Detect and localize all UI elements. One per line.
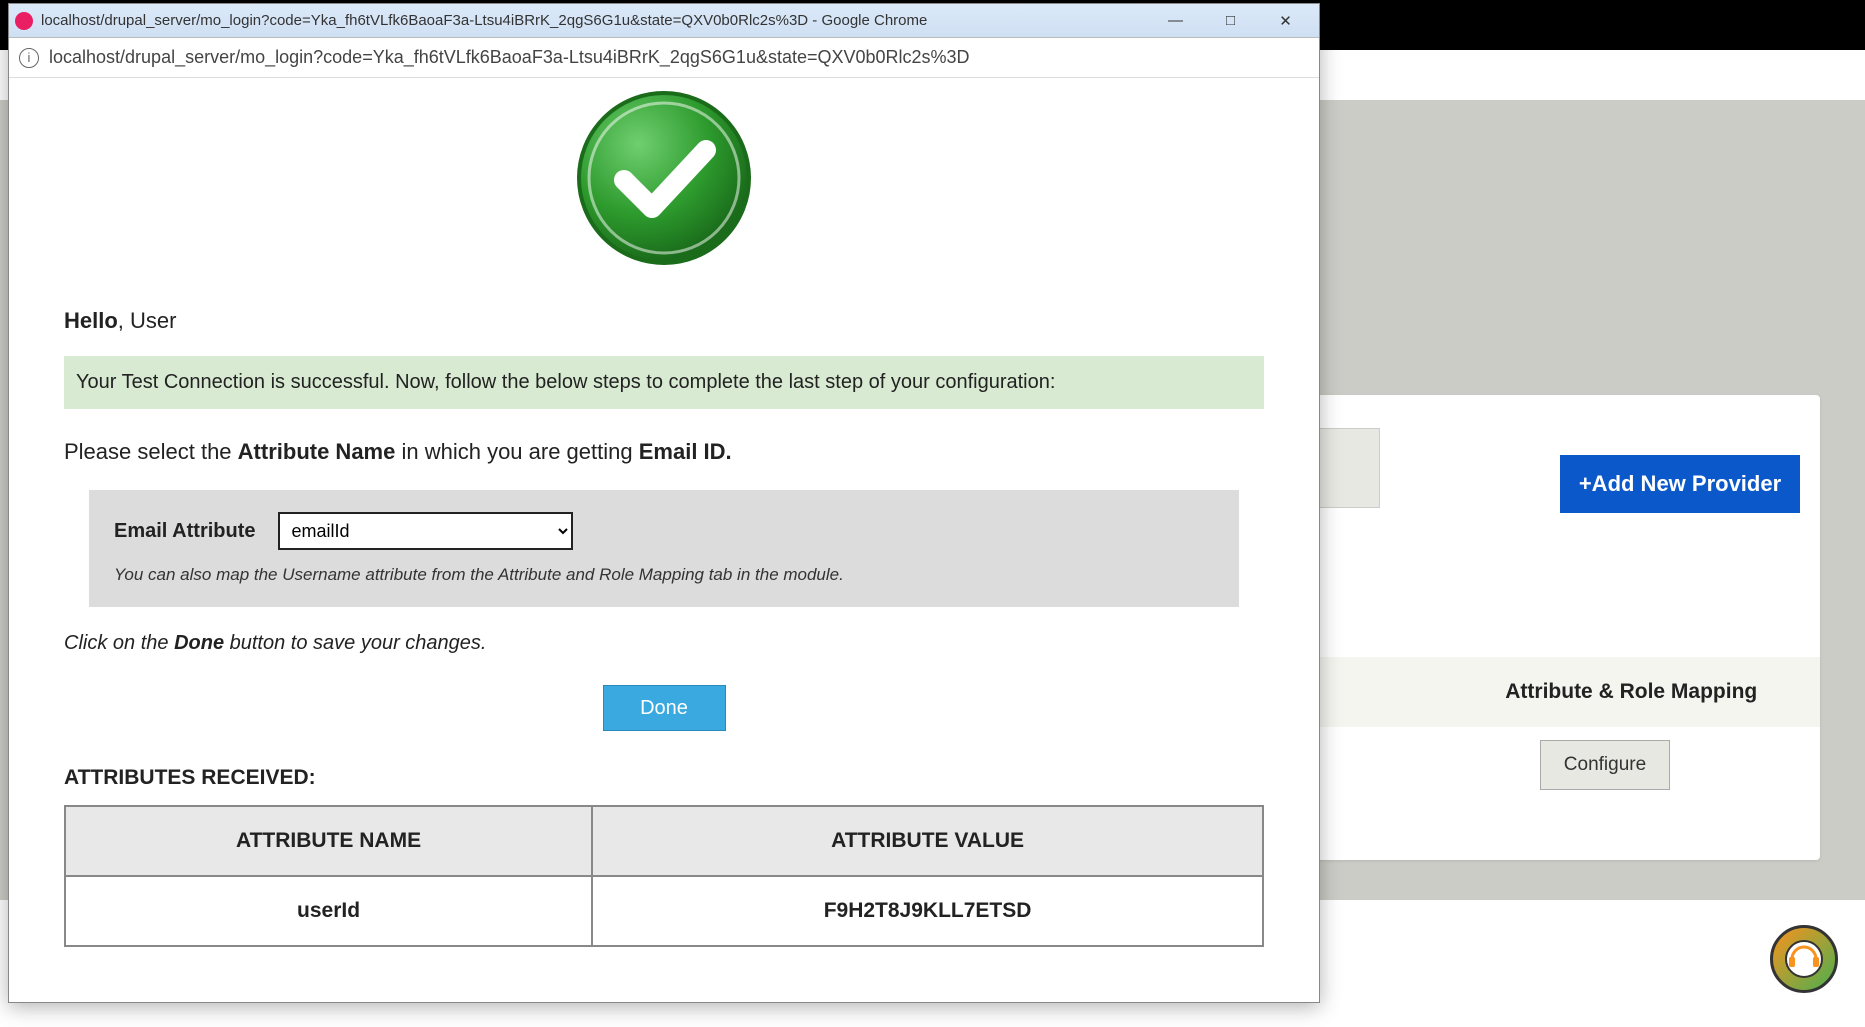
- email-attribute-select[interactable]: emailId: [278, 512, 573, 550]
- greeting-user: , User: [118, 308, 177, 333]
- email-attribute-label: Email Attribute: [114, 520, 256, 543]
- page-content: Hello, User Your Test Connection is succ…: [9, 78, 1319, 1002]
- table-cell-attr-name: userId: [65, 876, 592, 946]
- help-support-icon[interactable]: [1770, 925, 1838, 993]
- maximize-button[interactable]: □: [1203, 4, 1258, 38]
- instruction-mid: in which you are getting: [395, 439, 638, 464]
- attributes-table: ATTRIBUTE NAME ATTRIBUTE VALUE userId F9…: [64, 805, 1264, 947]
- click-done-text: Click on the Done button to save your ch…: [64, 632, 1264, 655]
- instruction-text: Please select the Attribute Name in whic…: [64, 439, 1264, 465]
- success-banner: Your Test Connection is successful. Now,…: [64, 356, 1264, 409]
- table-header-attribute-name: ATTRIBUTE NAME: [65, 806, 592, 876]
- configure-button[interactable]: Configure: [1540, 740, 1670, 790]
- window-title: localhost/drupal_server/mo_login?code=Yk…: [41, 12, 1148, 29]
- instruction-bold-attr: Attribute Name: [238, 439, 396, 464]
- bg-tab-attribute-role-mapping[interactable]: Attribute & Role Mapping: [1443, 680, 1821, 704]
- site-info-icon[interactable]: i: [19, 48, 39, 68]
- minimize-button[interactable]: —: [1148, 4, 1203, 38]
- instruction-bold-email: Email ID.: [639, 439, 732, 464]
- greeting: Hello, User: [64, 308, 1264, 334]
- chrome-addressbar: i localhost/drupal_server/mo_login?code=…: [9, 38, 1319, 78]
- email-attribute-note: You can also map the Username attribute …: [114, 565, 1214, 585]
- close-button[interactable]: ✕: [1258, 4, 1313, 38]
- table-row: userId F9H2T8J9KLL7ETSD: [65, 876, 1263, 946]
- chrome-popup-window: localhost/drupal_server/mo_login?code=Yk…: [8, 3, 1320, 1003]
- favicon-icon: [15, 12, 33, 30]
- greeting-bold: Hello: [64, 308, 118, 333]
- click-done-bold: Done: [174, 632, 224, 654]
- click-done-post: button to save your changes.: [224, 632, 486, 654]
- click-done-pre: Click on the: [64, 632, 174, 654]
- add-new-provider-button[interactable]: +Add New Provider: [1560, 455, 1800, 513]
- done-button[interactable]: Done: [603, 685, 726, 731]
- email-attribute-box: Email Attribute emailId You can also map…: [89, 490, 1239, 607]
- table-cell-attr-value: F9H2T8J9KLL7ETSD: [592, 876, 1263, 946]
- table-header-row: ATTRIBUTE NAME ATTRIBUTE VALUE: [65, 806, 1263, 876]
- table-header-attribute-value: ATTRIBUTE VALUE: [592, 806, 1263, 876]
- success-checkmark-icon: [574, 88, 754, 268]
- attributes-received-heading: ATTRIBUTES RECEIVED:: [64, 766, 1264, 790]
- chrome-titlebar[interactable]: localhost/drupal_server/mo_login?code=Yk…: [9, 4, 1319, 38]
- instruction-pre: Please select the: [64, 439, 238, 464]
- url-text[interactable]: localhost/drupal_server/mo_login?code=Yk…: [49, 47, 1309, 68]
